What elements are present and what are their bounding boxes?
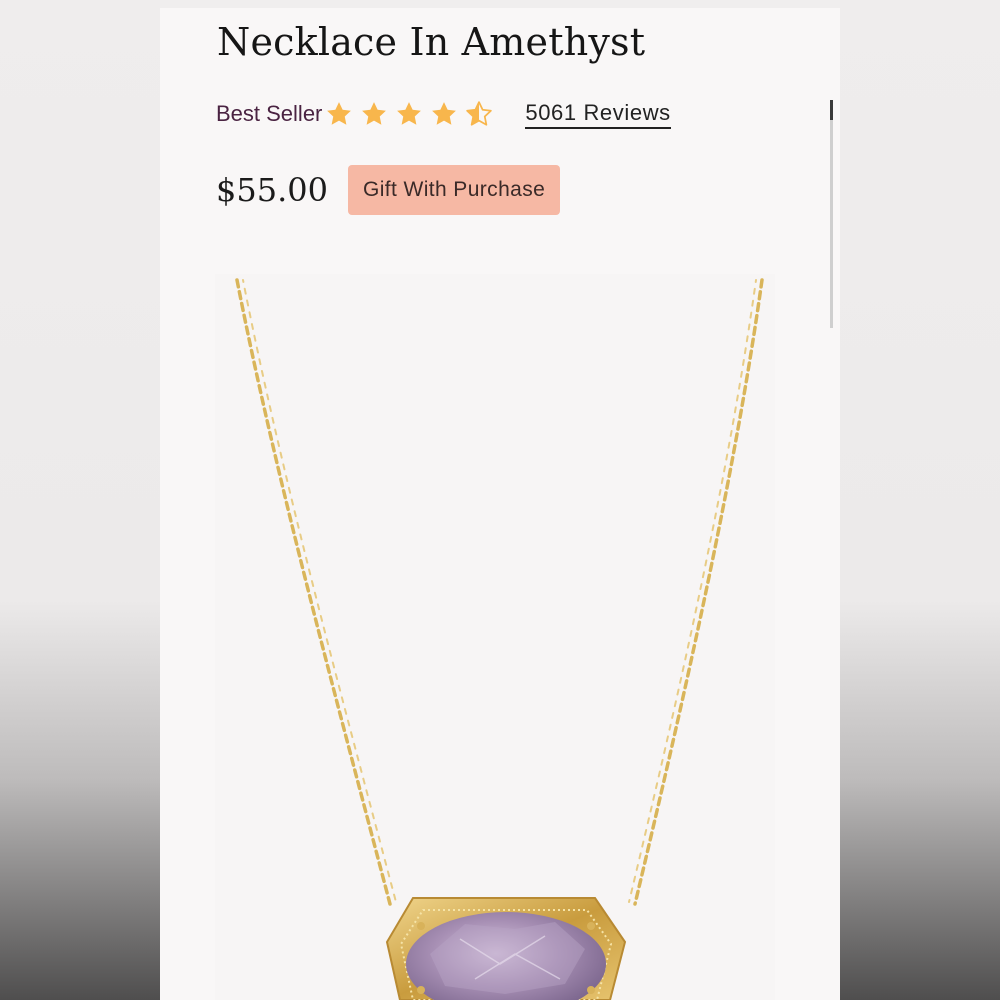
pendant — [385, 897, 627, 1000]
scrollbar-track[interactable] — [830, 100, 833, 328]
necklace-image — [235, 278, 764, 1000]
scrollbar-thumb[interactable] — [830, 100, 833, 120]
price-row: $55.00 Gift With Purchase — [216, 165, 561, 215]
star-icon — [397, 102, 422, 125]
star-icon — [362, 102, 387, 125]
star-icon — [432, 102, 457, 125]
star-half-icon — [466, 101, 493, 126]
blurred-background-right — [840, 0, 1000, 1000]
product-image[interactable] — [215, 274, 775, 1000]
blurred-background-left — [0, 0, 160, 1000]
star-rating[interactable] — [324, 99, 499, 129]
rating-row: Best Seller 5061 Reviews — [216, 98, 671, 130]
star-icon — [327, 102, 352, 125]
product-page: Necklace In Amethyst Best Seller 5061 Re… — [160, 8, 840, 1000]
best-seller-badge: Best Seller — [216, 101, 323, 126]
product-price: $55.00 — [216, 171, 328, 209]
reviews-link[interactable]: 5061 Reviews — [525, 100, 671, 129]
product-title: Necklace In Amethyst — [217, 20, 646, 64]
gift-with-purchase-badge[interactable]: Gift With Purchase — [347, 165, 561, 215]
screenshot-frame: Necklace In Amethyst Best Seller 5061 Re… — [0, 0, 1000, 1000]
